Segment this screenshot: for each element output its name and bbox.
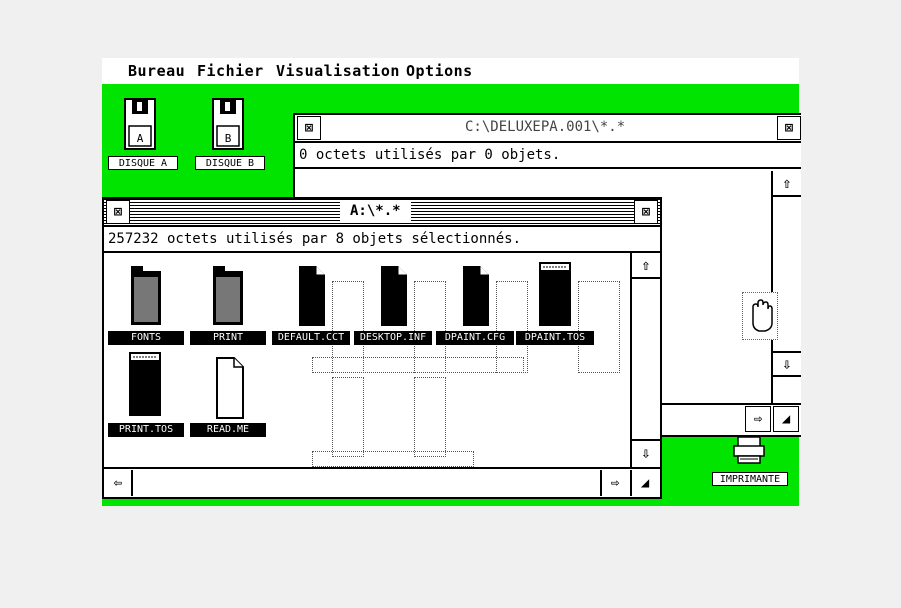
document-icon[interactable] [462, 265, 490, 327]
program-icon[interactable] [128, 351, 162, 417]
resize-box-icon[interactable]: ◢ [773, 406, 799, 432]
file-label: PRINT.TOS [108, 423, 184, 437]
window-drive-a[interactable]: ⊠ A:\*.* ⊠ 257232 octets utilisés par 8 … [102, 197, 662, 499]
file-label: FONTS [108, 331, 184, 345]
vertical-scrollbar[interactable]: ⇧ ⇩ [771, 171, 801, 405]
drag-outline [578, 281, 620, 373]
printer-icon[interactable] [732, 436, 766, 464]
menu-bar: Bureau Fichier Visualisation Options [102, 58, 799, 86]
program-icon[interactable] [538, 261, 572, 327]
drag-outline [312, 357, 524, 373]
scroll-down-arrow-icon[interactable]: ⇩ [773, 351, 801, 377]
window-title: A:\*.* [340, 201, 411, 221]
file-label: DEFAULT.CCT [272, 331, 350, 345]
window-drive-a-titlebar[interactable]: ⊠ A:\*.* ⊠ [104, 199, 660, 227]
drag-outline [312, 451, 474, 467]
scroll-down-arrow-icon[interactable]: ⇩ [632, 439, 660, 465]
fuller-box-icon[interactable]: ⊠ [634, 200, 658, 224]
fuller-box-icon[interactable]: ⊠ [777, 116, 801, 140]
drag-outline [332, 377, 364, 457]
drag-outline [414, 377, 446, 457]
menu-options[interactable]: Options [406, 62, 473, 80]
menu-fichier[interactable]: Fichier [197, 62, 264, 80]
printer-label: IMPRIMANTE [712, 472, 788, 486]
close-box-icon[interactable]: ⊠ [106, 200, 130, 224]
svg-text:A: A [137, 132, 144, 145]
vertical-scrollbar[interactable]: ⇧ ⇩ [630, 253, 660, 467]
scroll-left-arrow-icon[interactable]: ⇦ [105, 470, 133, 496]
horizontal-scrollbar[interactable]: ⇦ ⇨ ◢ [104, 467, 660, 497]
window-info-line: 257232 octets utilisés par 8 objets séle… [104, 227, 660, 253]
menu-bureau[interactable]: Bureau [128, 62, 185, 80]
file-label: READ.ME [190, 423, 266, 437]
scroll-up-arrow-icon[interactable]: ⇧ [773, 171, 801, 197]
scroll-right-arrow-icon[interactable]: ⇨ [745, 406, 771, 432]
disk-b-label: DISQUE B [195, 156, 265, 170]
window-title: C:\DELUXEPA.001\*.* [455, 117, 636, 137]
file-label: DESKTOP.INF [354, 331, 432, 345]
folder-icon[interactable] [212, 265, 244, 327]
document-icon[interactable] [216, 357, 244, 419]
scroll-up-arrow-icon[interactable]: ⇧ [632, 253, 660, 279]
scroll-right-arrow-icon[interactable]: ⇨ [600, 470, 628, 496]
folder-icon[interactable] [130, 265, 162, 327]
svg-text:B: B [225, 132, 232, 145]
file-list-area[interactable]: FONTS PRINT DEFAULT.CCT DESKTOP.INF DPAI… [104, 253, 630, 467]
document-icon[interactable] [298, 265, 326, 327]
floppy-b-icon[interactable]: B [210, 98, 246, 150]
menu-visualisation[interactable]: Visualisation [276, 62, 400, 80]
scroll-slider[interactable] [632, 279, 660, 439]
file-label: DPAINT.CFG [436, 331, 514, 345]
close-box-icon[interactable]: ⊠ [297, 116, 321, 140]
file-label: DPAINT.TOS [516, 331, 594, 345]
window-deluxepa-titlebar[interactable]: ⊠ C:\DELUXEPA.001\*.* ⊠ [295, 115, 801, 143]
resize-box-icon[interactable]: ◢ [630, 470, 658, 496]
file-label: PRINT [190, 331, 266, 345]
disk-a-label: DISQUE A [108, 156, 178, 170]
floppy-a-icon[interactable]: A [122, 98, 158, 150]
document-icon[interactable] [380, 265, 408, 327]
window-info-line: 0 octets utilisés par 0 objets. [295, 143, 801, 169]
hand-cursor-icon [742, 292, 778, 340]
